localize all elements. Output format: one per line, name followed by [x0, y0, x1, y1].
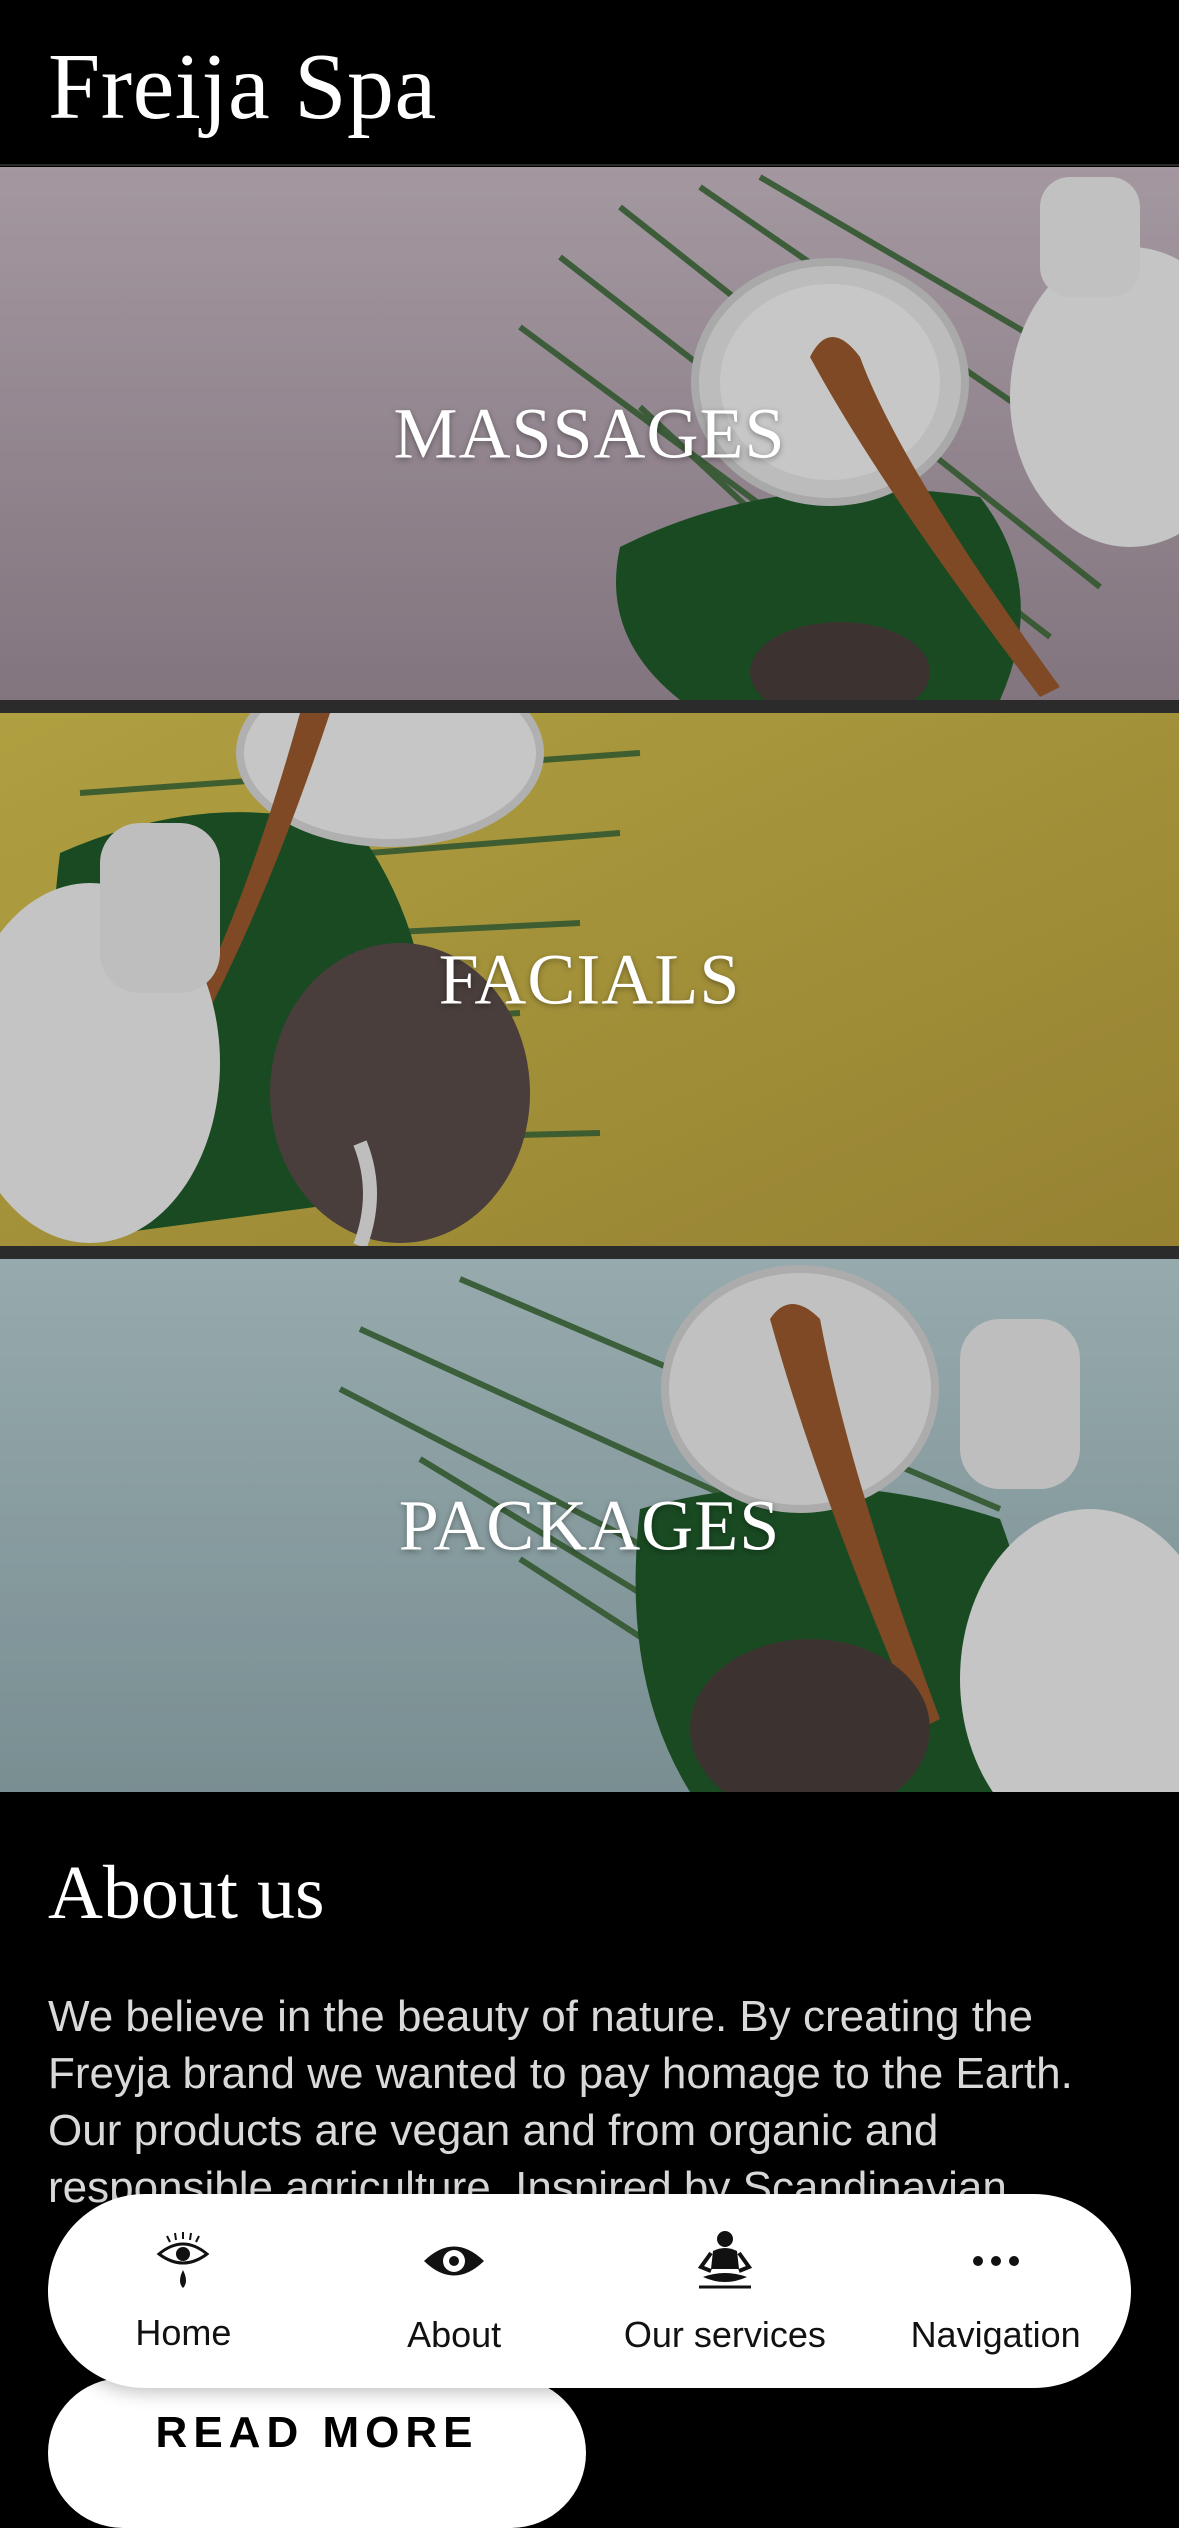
meditation-icon [695, 2226, 755, 2296]
category-label-massages: MASSAGES [393, 393, 786, 473]
more-dots-icon [971, 2226, 1021, 2296]
app-header: Freija Spa [0, 0, 1179, 166]
nav-item-about[interactable]: About [319, 2226, 589, 2356]
category-banner-packages[interactable]: PACKAGES [0, 1259, 1179, 1792]
category-banner-facials[interactable]: FACIALS [0, 713, 1179, 1246]
nav-label-home: Home [135, 2312, 232, 2353]
bottom-nav: Home About Our services Navigation [48, 2194, 1131, 2388]
about-title: About us [48, 1851, 325, 1935]
eye-icon [422, 2226, 486, 2296]
eye-tear-icon [153, 2228, 213, 2298]
divider [0, 1246, 1179, 1259]
nav-label-our-services: Our services [623, 2314, 826, 2355]
divider [0, 700, 1179, 713]
nav-item-home[interactable]: Home [48, 2228, 318, 2354]
category-label-facials: FACIALS [438, 939, 741, 1019]
about-text: We believe in the beauty of nature. By c… [48, 1992, 1073, 2212]
nav-item-our-services[interactable]: Our services [590, 2226, 860, 2356]
brand-title[interactable]: Freija Spa [48, 32, 437, 142]
nav-item-navigation[interactable]: Navigation [861, 2226, 1131, 2356]
nav-label-navigation: Navigation [910, 2314, 1081, 2355]
category-label-packages: PACKAGES [398, 1485, 781, 1565]
category-banner-massages[interactable]: MASSAGES [0, 167, 1179, 700]
nav-label-about: About [407, 2314, 502, 2355]
read-more-button[interactable]: READ MORE [48, 2378, 586, 2528]
